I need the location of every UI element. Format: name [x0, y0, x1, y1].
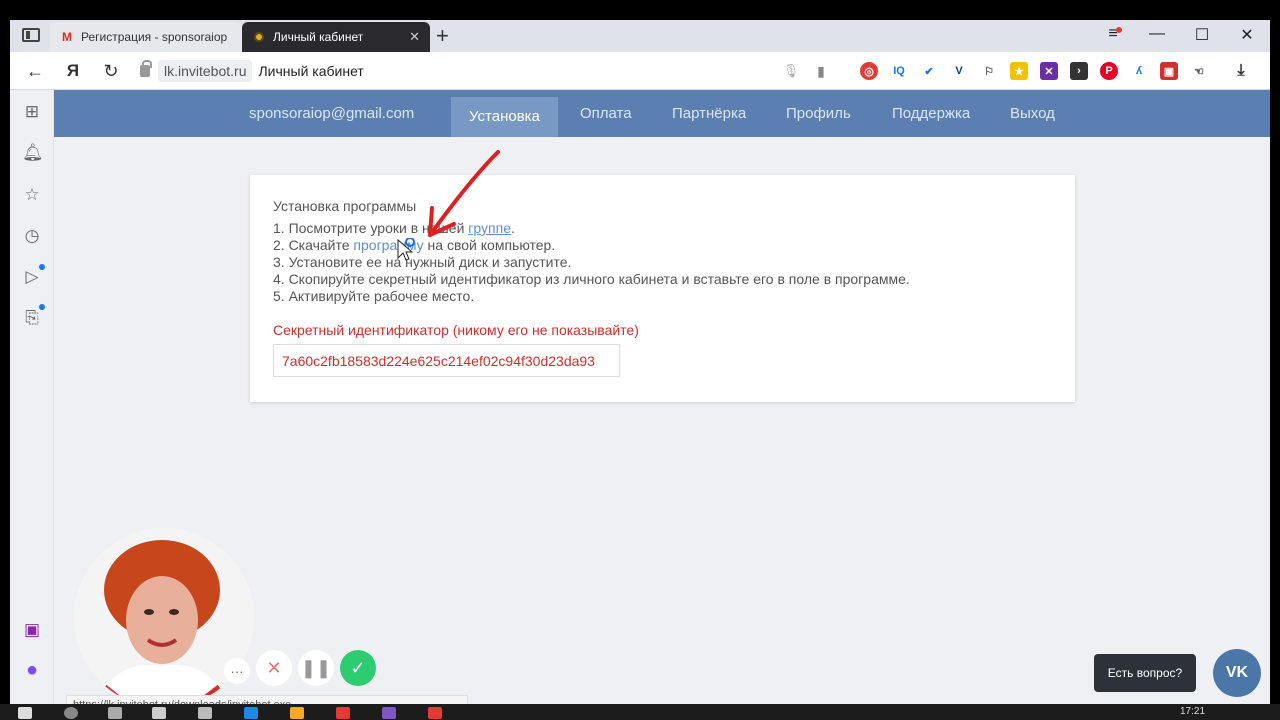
step-4: 4. Скопируйте секретный идентификатор из… [273, 271, 910, 287]
alice-app-icon[interactable]: ▣ [22, 620, 42, 640]
extension-red-icon[interactable]: ▣ [1160, 62, 1178, 80]
download-icon[interactable]: ⤓ [1232, 62, 1250, 80]
more-options-button[interactable]: ··· [224, 658, 250, 684]
explorer-icon[interactable] [290, 707, 304, 719]
lock-icon [140, 60, 152, 77]
bookmark-icon[interactable]: ▮ [810, 60, 832, 82]
extension-check-icon[interactable]: ✔ [920, 62, 938, 80]
extension-iq-icon[interactable]: IQ [890, 62, 908, 80]
close-tab-icon[interactable]: ✕ [409, 29, 420, 45]
extension-arrow-icon[interactable]: › [1070, 62, 1088, 80]
yandex-browser-icon[interactable] [336, 707, 350, 719]
viber-icon[interactable] [382, 707, 396, 719]
confirm-button[interactable]: ✓ [340, 650, 376, 686]
gmail-icon: M [62, 30, 72, 44]
extension-hand-icon[interactable]: ☜ [1190, 62, 1208, 80]
maximize-button[interactable]: ☐ [1187, 25, 1217, 45]
chat-question-bubble[interactable]: Есть вопрос? [1094, 654, 1196, 692]
nav-payment[interactable]: Оплата [562, 90, 650, 137]
site-nav: sponsoraiop@gmail.com Установка Оплата П… [54, 90, 1270, 137]
extension-flag-icon[interactable]: ⚐ [980, 62, 998, 80]
nav-partner[interactable]: Партнёрка [654, 90, 764, 137]
extension-star-icon[interactable]: ★ [1010, 62, 1028, 80]
nav-install[interactable]: Установка [451, 97, 558, 137]
pause-button[interactable]: ❚❚ [298, 650, 334, 686]
start-icon[interactable] [18, 707, 32, 719]
secret-id-field[interactable] [273, 344, 620, 377]
search-icon[interactable] [64, 707, 78, 719]
screen: M Регистрация - sponsoraiop Личный кабин… [0, 0, 1280, 720]
sidebar-toggle-icon[interactable] [22, 28, 40, 42]
alice-voice-icon[interactable]: ● [22, 660, 42, 680]
clock: 17:21 [1180, 706, 1206, 717]
new-tab-button[interactable]: + [436, 24, 449, 48]
minimize-button[interactable]: — [1142, 25, 1172, 43]
nav-profile[interactable]: Профиль [768, 90, 869, 137]
microphone-icon[interactable]: 🎙 [780, 60, 802, 82]
notification-dot [39, 304, 45, 310]
url-field[interactable]: lk.invitebot.ru Личный кабинет [140, 59, 364, 83]
tab-label: Личный кабинет [273, 30, 364, 44]
step-5: 5. Активируйте рабочее место. [273, 288, 475, 304]
bell-icon[interactable]: 🔔︎ [22, 143, 44, 163]
edge-icon[interactable] [244, 707, 258, 719]
url-domain: lk.invitebot.ru [158, 60, 253, 82]
star-icon[interactable]: ☆ [22, 185, 42, 205]
install-card: Установка программы 1. Посмотрите уроки … [250, 175, 1075, 402]
status-url-preview: https://lk.invitebot.ru/downloads/invite… [66, 695, 468, 704]
task-view-icon[interactable] [108, 707, 122, 719]
extension-v-icon[interactable]: V [950, 62, 968, 80]
step-3: 3. Установите ее на нужный диск и запуст… [273, 254, 572, 270]
app-icon[interactable] [428, 707, 442, 719]
cancel-recording-button[interactable]: ✕ [256, 650, 292, 686]
url-page-title: Личный кабинет [258, 63, 364, 79]
yandex-icon[interactable]: Я [62, 60, 84, 82]
apps-grid-icon[interactable]: ⊞ [22, 102, 42, 122]
nav-email[interactable]: sponsoraiop@gmail.com [231, 90, 432, 137]
site-icon [252, 30, 266, 44]
extension-bird-icon[interactable]: ʎ [1130, 62, 1148, 80]
tab-bar: M Регистрация - sponsoraiop Личный кабин… [10, 20, 1270, 52]
mail-icon[interactable] [198, 707, 212, 719]
play-icon[interactable]: ▷ [22, 267, 42, 287]
tab-registration[interactable]: M Регистрация - sponsoraiop [50, 22, 242, 52]
search-doc-icon[interactable]: ⎘ [22, 308, 42, 328]
annotation-arrow [428, 150, 500, 237]
mouse-cursor-icon [397, 238, 415, 261]
notification-dot [39, 264, 45, 270]
back-icon[interactable]: ← [24, 60, 46, 82]
reload-icon[interactable]: ↻ [100, 60, 122, 82]
step-text: 2. Скачайте [273, 237, 354, 253]
clock-icon[interactable]: ◷ [22, 226, 42, 246]
close-window-button[interactable]: ✕ [1232, 25, 1262, 45]
secret-id-label: Секретный идентификатор (никому его не п… [273, 322, 639, 338]
tab-personal-cabinet[interactable]: Личный кабинет ✕ [242, 22, 430, 52]
extension-spiral-icon[interactable]: ◎ [860, 62, 878, 80]
store-icon[interactable] [152, 707, 166, 719]
browser-menu-icon[interactable]: ≡ [1098, 25, 1128, 43]
vk-chat-button[interactable]: VK [1213, 649, 1261, 697]
install-title: Установка программы [273, 198, 417, 214]
taskbar: 17:21 [0, 704, 1280, 720]
browser-window: M Регистрация - sponsoraiop Личный кабин… [10, 20, 1270, 704]
browser-sidebar: ⊞ 🔔︎ ☆ ◷ ▷ ⎘ ▣ ● [10, 90, 54, 704]
nav-support[interactable]: Поддержка [874, 90, 988, 137]
nav-logout[interactable]: Выход [992, 90, 1073, 137]
tab-label: Регистрация - sponsoraiop [81, 30, 228, 44]
address-bar: ← Я ↻ lk.invitebot.ru Личный кабинет 🎙 ▮… [10, 52, 1270, 90]
extension-x-icon[interactable]: ✕ [1040, 62, 1058, 80]
pinterest-icon[interactable]: P [1100, 62, 1118, 80]
